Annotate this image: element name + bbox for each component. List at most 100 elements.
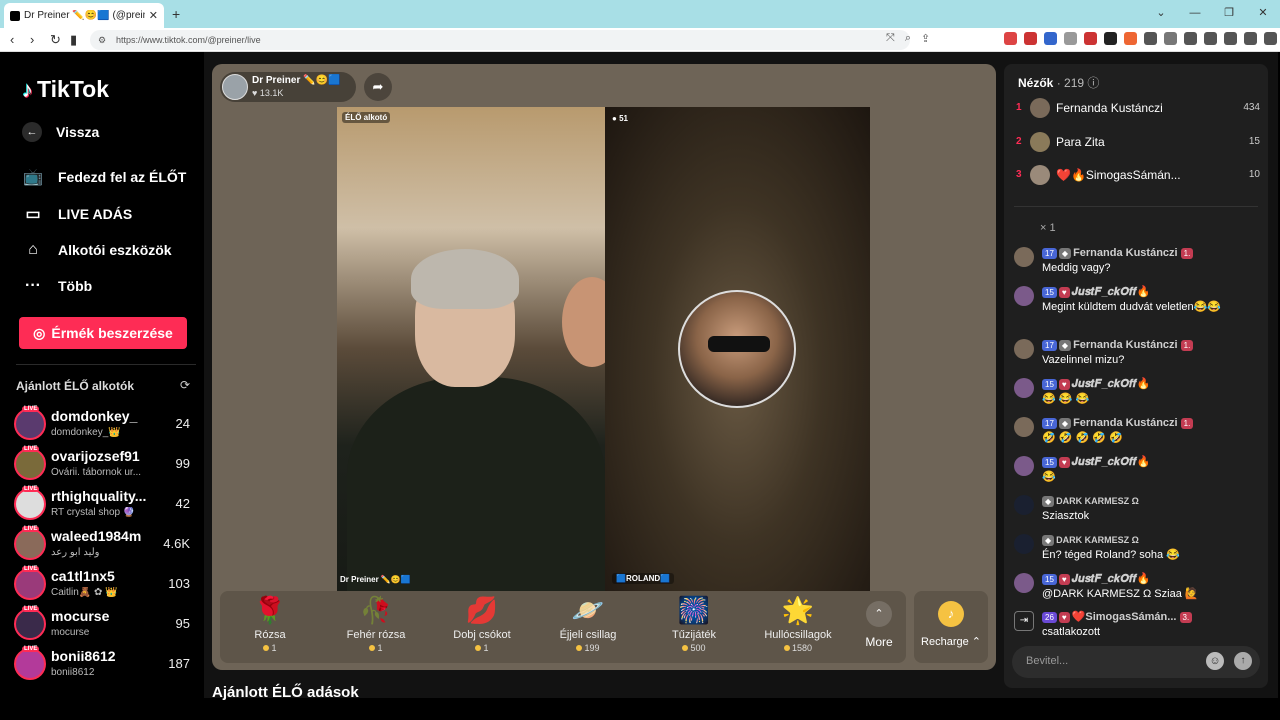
minimize-icon[interactable]: — (1178, 0, 1212, 28)
more-label: More (865, 635, 893, 649)
url-field[interactable]: ⚙ https://www.tiktok.com/@preiner/live (90, 30, 910, 50)
tiktok-logo[interactable]: ♪ TikTok (22, 76, 109, 103)
level-badge: 15 (1042, 286, 1057, 298)
recommended-creator[interactable]: LIVE ovarijozsef91 Óvárii. tábornok ur..… (14, 446, 194, 484)
sidebar-icon[interactable] (1204, 32, 1217, 45)
back-arrow-icon[interactable]: ‹ (10, 32, 14, 47)
recommended-creator[interactable]: LIVE bonii8612 bonii8612 187 (14, 646, 194, 684)
rank-badge: 1. (1180, 417, 1194, 429)
avatar (1030, 132, 1050, 152)
extension-icon[interactable] (1104, 32, 1117, 45)
share-icon[interactable]: ⇪ (921, 32, 930, 45)
close-window-icon[interactable]: ✕ (1246, 0, 1280, 28)
guest-video[interactable] (605, 107, 870, 591)
browser-tab-strip: Dr Preiner ✏️😊🟦 (@preine ✕ + ⌄ — ❐ ✕ (0, 0, 1280, 28)
translate-icon[interactable]: ⤧ (886, 32, 895, 45)
shield-icon[interactable] (1264, 32, 1277, 45)
wallet-icon[interactable] (1224, 32, 1237, 45)
top-viewer[interactable]: 3 ❤️🔥SimogasSámán... 10 (1016, 163, 1260, 191)
recharge-button[interactable]: ♪ Recharge ⌃ (914, 591, 988, 663)
get-coins-button[interactable]: ◎ Érmék beszerzése (19, 317, 187, 349)
extension-icon[interactable] (1124, 32, 1137, 45)
refresh-icon[interactable]: ⟳ (180, 378, 190, 392)
kiss-icon: 💋 (465, 595, 499, 625)
send-icon[interactable]: ↑ (1234, 652, 1252, 670)
creator-subtitle: Caitlin🧸 ✿ 👑 (51, 587, 118, 598)
nav-creator-tools[interactable]: ⌂ Alkotói eszközök (22, 241, 171, 259)
chat-username: DARK KARMESZ Ω (1056, 496, 1139, 506)
viewer-score: 10 (1248, 169, 1260, 180)
reload-icon[interactable]: ↻ (50, 32, 61, 48)
recommended-creator[interactable]: LIVE rthighquality... RT crystal shop 🔮 … (14, 486, 194, 524)
window-controls: ⌄ — ❐ ✕ (1144, 0, 1280, 28)
creator-name: domdonkey_ (51, 408, 138, 424)
gift-kiss[interactable]: 💋 Dobj csókot 1 (432, 591, 532, 663)
emoji-icon[interactable]: ☺ (1206, 652, 1224, 670)
copilot-icon[interactable] (1244, 32, 1257, 45)
camera-icon: ▭ (25, 206, 41, 223)
top-viewer[interactable]: 1 Fernanda Kustánczi 434 (1016, 96, 1260, 124)
extension-icon[interactable] (1044, 32, 1057, 45)
help-icon[interactable]: ⓘ (1087, 76, 1099, 90)
recommended-creator[interactable]: LIVE waleed1984m وليد ابو رعد 4.6K (14, 526, 194, 564)
tiktok-page: ♪ TikTok ← Vissza 📺 Fedezd fel az ÉLŐT ▭… (4, 52, 1278, 701)
sidebar: ♪ TikTok ← Vissza 📺 Fedezd fel az ÉLŐT ▭… (4, 52, 204, 698)
zoom-icon[interactable]: ⌕ (905, 32, 911, 45)
tab-search-icon[interactable]: ⌄ (1144, 0, 1178, 28)
chevron-up-icon: ⌃ (866, 601, 892, 627)
level-badge: 15 (1042, 573, 1057, 585)
site-info-icon[interactable]: ⚙ (98, 30, 106, 50)
viewer-count: 95 (175, 616, 190, 631)
gift-rose[interactable]: 🌹 Rózsa 1 (220, 591, 320, 663)
creator-name: ca1tl1nx5 (51, 568, 115, 584)
top-viewer[interactable]: 2 Para Zita 15 (1016, 130, 1260, 158)
rank-badge: 1. (1180, 339, 1194, 351)
viewer-rank: 1 (1016, 102, 1022, 113)
more-gifts-button[interactable]: ⌃ More (854, 591, 904, 663)
close-tab-icon[interactable]: ✕ (149, 9, 158, 22)
extension-icon[interactable] (1064, 32, 1077, 45)
fan-badge: ◆ (1042, 534, 1055, 546)
new-tab-icon[interactable]: + (172, 6, 180, 22)
extension-icon[interactable] (1164, 32, 1177, 45)
coin-icon (783, 645, 790, 651)
avatar (1014, 247, 1034, 267)
chat-input[interactable]: Bevitel... ☺ ↑ (1012, 646, 1260, 678)
nav-more[interactable]: ··· Több (22, 277, 92, 295)
gift-fireworks[interactable]: 🎆 Tűzijáték 500 (644, 591, 744, 663)
coin-icon (263, 645, 270, 651)
creator-subtitle: mocurse (51, 627, 90, 638)
extension-icon[interactable] (1084, 32, 1097, 45)
lamp-shape (562, 277, 605, 367)
bookmark-icon[interactable]: ▮ (70, 32, 77, 48)
tab-title: Dr Preiner ✏️😊🟦 (@preine (24, 10, 145, 21)
recommended-creator[interactable]: LIVE domdonkey_ domdonkey_👑 24 (14, 406, 194, 444)
shooting-stars-icon: 🌟 (781, 595, 815, 625)
extension-icon[interactable] (1024, 32, 1037, 45)
gift-shooting-stars[interactable]: 🌟 Hullócsillagok 1580 (748, 591, 848, 663)
fan-badge: ◆ (1058, 417, 1072, 429)
recommended-creator[interactable]: LIVE mocurse mocurse 95 (14, 606, 194, 644)
live-creator-tag: ÉLŐ alkotó (342, 112, 391, 123)
extension-icon[interactable] (1144, 32, 1157, 45)
logo-text: TikTok (37, 76, 109, 102)
nav-live-studio[interactable]: ▭ LIVE ADÁS (22, 204, 132, 224)
nav-discover-live[interactable]: 📺 Fedezd fel az ÉLŐT (22, 167, 186, 187)
music-icon[interactable] (1184, 32, 1197, 45)
recommended-creator[interactable]: LIVE ca1tl1nx5 Caitlin🧸 ✿ 👑 103 (14, 566, 194, 604)
gift-night-star[interactable]: 🪐 Éjjeli csillag 199 (538, 591, 638, 663)
back-button[interactable]: ← Vissza (22, 122, 99, 142)
forward-arrow-icon[interactable]: › (30, 32, 34, 47)
level-badge: 17 (1042, 417, 1057, 429)
extension-icon[interactable] (1004, 32, 1017, 45)
share-icon[interactable]: ➦ (364, 73, 392, 101)
restore-icon[interactable]: ❐ (1212, 0, 1246, 28)
avatar: LIVE (14, 486, 46, 520)
gift-white-rose[interactable]: 🥀 Fehér rózsa 1 (326, 591, 426, 663)
live-badge: LIVE (22, 606, 40, 612)
host-info[interactable]: Dr Preiner ✏️😊🟦 ♥ 13.1K (220, 72, 356, 102)
host-video[interactable] (337, 107, 605, 591)
guest-video-name: 🟦ROLAND🟦 (612, 573, 675, 584)
browser-tab[interactable]: Dr Preiner ✏️😊🟦 (@preine ✕ (4, 3, 164, 28)
viewers-header[interactable]: Nézők · 219 ⓘ (1018, 74, 1099, 91)
